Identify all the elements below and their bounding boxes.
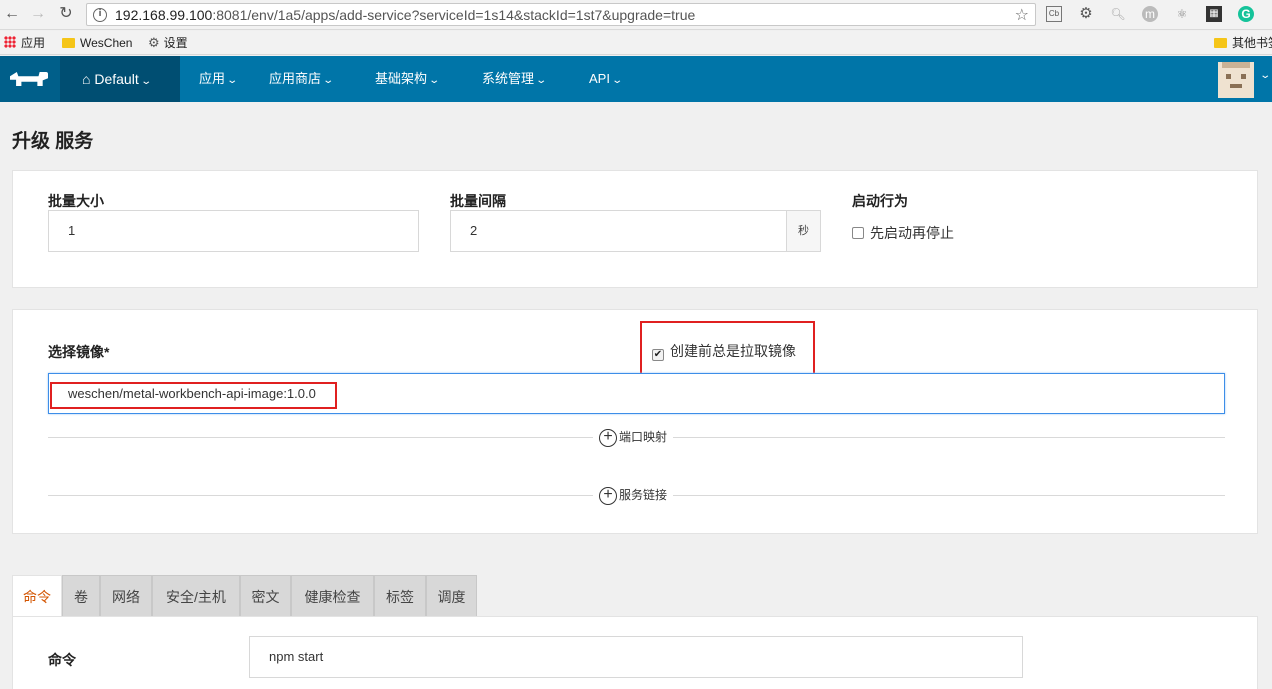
chevron-down-icon[interactable]: ⌄ <box>1259 70 1271 81</box>
page-title: 升级 服务 <box>12 131 94 152</box>
back-icon[interactable]: ← <box>2 4 22 24</box>
bookmark-apps[interactable]: 应用 <box>4 34 45 52</box>
tab-volumes[interactable]: 卷 <box>62 575 100 617</box>
start-first-checkbox[interactable] <box>852 227 864 239</box>
rancher-logo[interactable] <box>0 56 60 102</box>
image-label: 选择镜像* <box>48 344 110 360</box>
address-bar[interactable]: i 192.168.99.100:8081/env/1a5/apps/add-s… <box>86 3 1036 26</box>
command-input[interactable]: npm start <box>249 636 1023 678</box>
rancher-logo-icon <box>10 72 48 86</box>
chevron-down-icon: ⌄ <box>611 75 624 86</box>
interval-unit-addon: 秒 <box>786 210 821 252</box>
nav-api[interactable]: API⌄ <box>589 56 624 102</box>
nav-infrastructure[interactable]: 基础架构⌄ <box>375 56 441 102</box>
info-icon[interactable]: i <box>93 8 107 22</box>
settings-extension-icon[interactable]: ⚙ <box>1078 6 1094 22</box>
tab-scheduling[interactable]: 调度 <box>426 575 477 617</box>
tab-secrets[interactable]: 密文 <box>240 575 291 617</box>
search-extension-icon[interactable]: 🔍︎ <box>1110 6 1126 22</box>
chevron-down-icon: ⌄ <box>428 75 441 86</box>
bookmark-weschen[interactable]: WesChen <box>62 34 132 52</box>
reload-icon[interactable]: ↻ <box>56 4 76 24</box>
chevron-down-icon: ⌄ <box>140 76 152 87</box>
react-extension-icon[interactable]: ⚛ <box>1174 6 1190 22</box>
add-service-link-button[interactable]: + 服务链接 <box>593 485 674 505</box>
command-label: 命令 <box>48 652 76 668</box>
command-panel: 命令 npm start <box>12 616 1258 689</box>
user-avatar[interactable] <box>1218 62 1254 98</box>
grammarly-extension-icon[interactable]: G <box>1238 6 1254 22</box>
forward-icon[interactable]: → <box>28 4 48 24</box>
browser-toolbar: ← → ↻ i 192.168.99.100:8081/env/1a5/apps… <box>0 0 1272 30</box>
apps-grid-icon <box>4 36 16 48</box>
tab-health-check[interactable]: 健康检查 <box>291 575 374 617</box>
url-text: 192.168.99.100:8081/env/1a5/apps/add-ser… <box>115 7 696 23</box>
add-port-mapping-button[interactable]: + 端口映射 <box>593 427 674 447</box>
bookmark-star-icon[interactable]: ☆ <box>1015 5 1029 25</box>
tab-labels[interactable]: 标签 <box>374 575 426 617</box>
chevron-down-icon: ⌄ <box>535 75 548 86</box>
tab-security-host[interactable]: 安全/主机 <box>152 575 240 617</box>
bookmark-settings[interactable]: ⚙ 设置 <box>148 34 188 52</box>
upgrade-settings-card: 批量大小 1 批量间隔 2 秒 启动行为 先启动再停止 <box>12 170 1258 288</box>
batch-size-label: 批量大小 <box>48 193 104 209</box>
batch-interval-label: 批量间隔 <box>450 193 506 209</box>
bookmarks-bar: 应用 WesChen ⚙设置 其他书签 <box>0 31 1272 55</box>
environment-switcher[interactable]: ⌂ Default⌄ <box>60 56 180 102</box>
nav-admin[interactable]: 系统管理⌄ <box>482 56 548 102</box>
chevron-down-icon: ⌄ <box>226 75 239 86</box>
plus-circle-icon: + <box>599 428 617 447</box>
film-extension-icon[interactable]: ▦ <box>1206 6 1222 22</box>
gear-icon: ⚙ <box>148 35 160 50</box>
start-first-option[interactable]: 先启动再停止 <box>852 223 954 243</box>
chevron-down-icon: ⌄ <box>322 75 335 86</box>
tab-network[interactable]: 网络 <box>100 575 152 617</box>
home-icon: ⌂ <box>82 71 91 87</box>
m-extension-icon[interactable]: m <box>1142 6 1158 22</box>
batch-interval-input[interactable]: 2 <box>450 210 787 252</box>
cb-extension-icon[interactable]: Cb <box>1046 6 1062 22</box>
nav-catalog[interactable]: 应用商店⌄ <box>269 56 335 102</box>
start-behavior-label: 启动行为 <box>852 193 908 209</box>
highlight-box-image <box>50 382 337 409</box>
nav-apps[interactable]: 应用⌄ <box>199 56 239 102</box>
folder-icon <box>62 38 75 48</box>
folder-icon <box>1214 38 1227 48</box>
top-navigation: ⌂ Default⌄ 应用⌄ 应用商店⌄ 基础架构⌄ 系统管理⌄ API⌄ ⌄ <box>0 56 1272 102</box>
bookmark-other[interactable]: 其他书签 <box>1214 34 1272 52</box>
batch-size-input[interactable]: 1 <box>48 210 419 252</box>
image-card: 选择镜像* ✔ 创建前总是拉取镜像 weschen/metal-workbench… <box>12 309 1258 534</box>
tab-command[interactable]: 命令 <box>12 575 62 617</box>
plus-circle-icon: + <box>599 486 617 505</box>
